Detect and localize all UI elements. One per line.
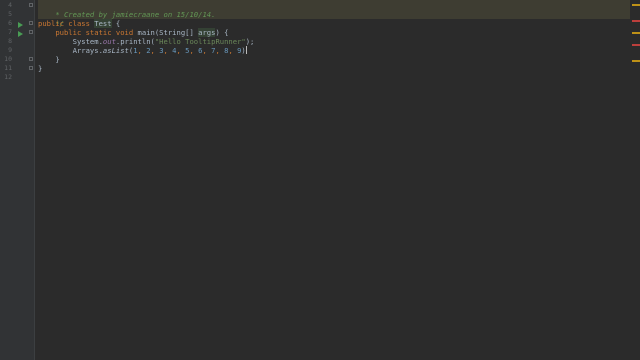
keyword: class <box>68 19 90 28</box>
brace: } <box>38 64 43 73</box>
line-number: 4 <box>8 1 12 9</box>
text-caret <box>245 46 247 54</box>
fold-marker-icon[interactable] <box>29 30 33 34</box>
line-number: 5 <box>8 10 12 18</box>
code-line-8[interactable]: System.out.println("Hello TooltipRunner"… <box>38 37 255 46</box>
line-number: 10 <box>4 55 12 63</box>
keyword: public <box>55 28 82 37</box>
line-number: 6 <box>8 19 12 27</box>
line-number: 7 <box>8 28 12 36</box>
line-number: 11 <box>4 64 12 72</box>
line-number: 9 <box>8 46 12 54</box>
code-line-9[interactable]: Arrays.asList(1, 2, 3, 4, 5, 6, 7, 8, 9) <box>38 46 247 55</box>
code-line-7[interactable]: public static void main(String[] args) { <box>38 28 228 37</box>
run-class-icon[interactable] <box>18 22 23 28</box>
method-signature: main(String[] <box>137 28 194 37</box>
brace: } <box>55 55 60 64</box>
fold-marker-icon[interactable] <box>29 57 33 61</box>
code-line-10[interactable]: } <box>38 55 60 64</box>
fold-marker-icon[interactable] <box>29 21 33 25</box>
code-line-6[interactable]: public class Test { <box>38 19 120 28</box>
static-method: asList <box>102 46 129 55</box>
class-ref: System. <box>72 37 103 46</box>
code-line-5[interactable]: */ <box>38 10 64 28</box>
line-number: 12 <box>4 73 12 81</box>
error-marker[interactable] <box>632 44 640 46</box>
fold-marker-icon[interactable] <box>29 66 33 70</box>
line-number: 8 <box>8 37 12 45</box>
keyword: void <box>115 28 134 37</box>
warning-marker[interactable] <box>632 32 640 34</box>
method-call: .println( <box>115 37 155 46</box>
keyword: public <box>38 19 64 28</box>
code-line-4[interactable]: * Created by jamiecraane on 15/10/14. <box>38 1 215 19</box>
keyword: static <box>85 28 112 37</box>
run-method-icon[interactable] <box>18 31 23 37</box>
brace: { <box>115 19 121 28</box>
error-marker[interactable] <box>632 20 640 22</box>
comment-text: * Created by jamiecraane on 15/10/14. <box>55 10 216 19</box>
error-stripe[interactable] <box>630 0 640 360</box>
class-name: Test <box>94 19 112 28</box>
fold-marker-icon[interactable] <box>29 3 33 7</box>
code-line-11[interactable]: } <box>38 64 42 73</box>
class-ref: Arrays. <box>72 46 103 55</box>
code-editor[interactable]: 4 5 6 7 8 9 10 11 12 * Created by jamiec… <box>0 0 640 360</box>
statement-end: ); <box>245 37 255 46</box>
warning-marker[interactable] <box>632 4 640 6</box>
gutter-divider <box>34 0 35 360</box>
warning-marker[interactable] <box>632 60 640 62</box>
static-field: out <box>102 37 116 46</box>
line-gutter: 4 5 6 7 8 9 10 11 12 <box>0 0 34 360</box>
parameter-name: args <box>198 28 216 37</box>
signature-close: ) { <box>215 28 229 37</box>
string-literal: "Hello TooltipRunner" <box>154 37 246 46</box>
